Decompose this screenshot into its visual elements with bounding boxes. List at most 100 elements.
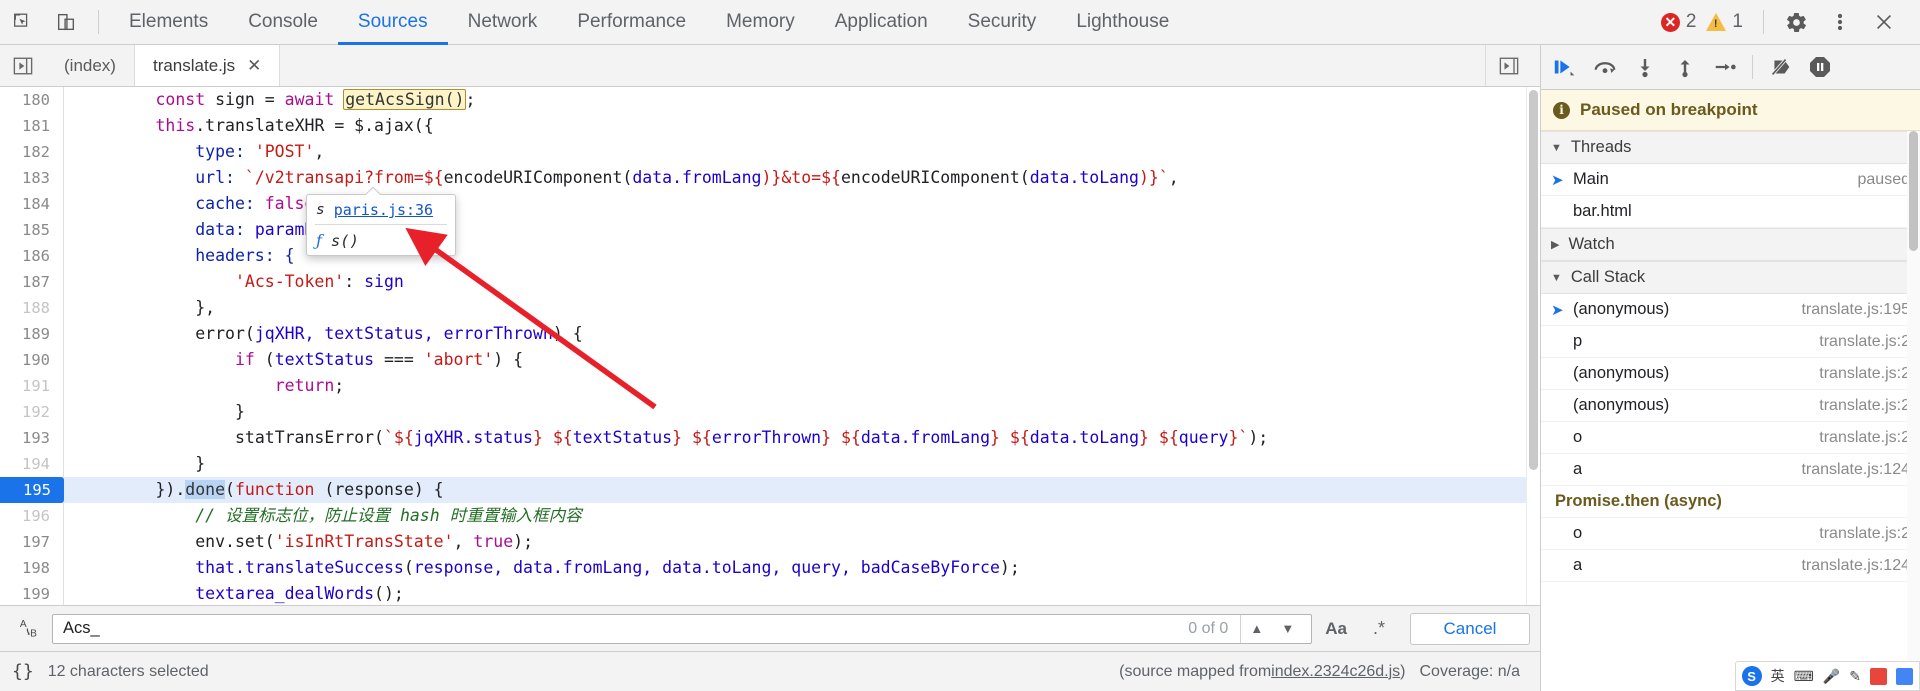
- code-line[interactable]: 199 textarea_dealWords();: [0, 581, 1540, 605]
- call-stack-row[interactable]: a translate.js:124: [1541, 550, 1920, 582]
- line-number[interactable]: 187: [0, 269, 64, 295]
- code-line[interactable]: 196 // 设置标志位，防止设置 hash 时重置输入框内容: [0, 503, 1540, 529]
- popover-source-link[interactable]: paris.js:36: [334, 201, 433, 219]
- call-stack-async-label[interactable]: Promise.then (async): [1541, 486, 1920, 518]
- code-line[interactable]: 188 },: [0, 295, 1540, 321]
- error-count-badge[interactable]: ✕ 2: [1660, 11, 1696, 33]
- code-line[interactable]: 181 this.translateXHR = $.ajax({: [0, 113, 1540, 139]
- call-stack-row[interactable]: (anonymous) translate.js:2: [1541, 358, 1920, 390]
- inspect-cursor-icon[interactable]: [0, 0, 44, 45]
- cancel-button[interactable]: Cancel: [1410, 612, 1530, 645]
- sogou-logo-icon[interactable]: S: [1741, 666, 1762, 686]
- line-number[interactable]: 196: [0, 503, 64, 529]
- line-number[interactable]: 181: [0, 113, 64, 139]
- tab-sources[interactable]: Sources: [338, 0, 448, 45]
- call-stack-row[interactable]: o translate.js:2: [1541, 422, 1920, 454]
- step-over-icon[interactable]: [1585, 45, 1625, 90]
- scrollbar-thumb[interactable]: [1909, 131, 1918, 251]
- line-number[interactable]: 194: [0, 451, 64, 477]
- code-line[interactable]: 192 }: [0, 399, 1540, 425]
- code-line[interactable]: 185 data: paramData,: [0, 217, 1540, 243]
- gear-icon[interactable]: [1774, 0, 1818, 45]
- tab-network[interactable]: Network: [448, 0, 558, 45]
- resume-script-icon[interactable]: [1545, 45, 1585, 90]
- scrollbar-thumb[interactable]: [1529, 90, 1538, 470]
- code-line[interactable]: 195 }).done(function (response) {: [0, 477, 1540, 503]
- step-into-icon[interactable]: [1625, 45, 1665, 90]
- code-line[interactable]: 189 error(jqXHR, textStatus, errorThrown…: [0, 321, 1540, 347]
- line-number[interactable]: 191: [0, 373, 64, 399]
- chevron-up-icon[interactable]: ▲: [1241, 621, 1272, 636]
- search-field-wrapper[interactable]: 0 of 0 ▲ ▼: [52, 613, 1313, 644]
- warning-count-badge[interactable]: 1: [1706, 11, 1743, 33]
- call-stack-row[interactable]: a translate.js:124: [1541, 454, 1920, 486]
- line-number[interactable]: 193: [0, 425, 64, 451]
- pen-icon[interactable]: ✎: [1849, 668, 1861, 685]
- mic-icon[interactable]: 🎤: [1823, 668, 1840, 685]
- code-line[interactable]: 182 type: 'POST',: [0, 139, 1540, 165]
- code-line[interactable]: 198 that.translateSuccess(response, data…: [0, 555, 1540, 581]
- line-number[interactable]: 184: [0, 191, 64, 217]
- chevron-down-icon[interactable]: ▼: [1272, 621, 1303, 636]
- line-number[interactable]: 190: [0, 347, 64, 373]
- code-line[interactable]: 197 env.set('isInRtTransState', true);: [0, 529, 1540, 555]
- editor-vertical-scrollbar[interactable]: [1526, 87, 1540, 605]
- line-number[interactable]: 189: [0, 321, 64, 347]
- line-number[interactable]: 182: [0, 139, 64, 165]
- show-navigator-icon[interactable]: [0, 45, 46, 86]
- code-line[interactable]: 191 return;: [0, 373, 1540, 399]
- tab-lighthouse[interactable]: Lighthouse: [1056, 0, 1189, 45]
- debugger-vertical-scrollbar[interactable]: [1907, 131, 1920, 691]
- code-line[interactable]: 190 if (textStatus === 'abort') {: [0, 347, 1540, 373]
- deactivate-breakpoints-icon[interactable]: [1760, 45, 1800, 90]
- line-number[interactable]: 195: [0, 477, 64, 503]
- code-line[interactable]: 183 url: `/v2transapi?from=${encodeURICo…: [0, 165, 1540, 191]
- tab-console[interactable]: Console: [228, 0, 338, 45]
- editor-tab-index[interactable]: (index): [46, 45, 135, 86]
- step-icon[interactable]: [1705, 45, 1745, 90]
- call-stack-section-header[interactable]: ▼ Call Stack: [1541, 261, 1920, 294]
- tab-performance[interactable]: Performance: [557, 0, 706, 45]
- call-stack-row[interactable]: ➤ (anonymous) translate.js:195: [1541, 294, 1920, 326]
- thread-row-bar-html[interactable]: bar.html: [1541, 196, 1920, 228]
- line-number[interactable]: 186: [0, 243, 64, 269]
- code-line[interactable]: 193 statTransError(`${jqXHR.status} ${te…: [0, 425, 1540, 451]
- device-toolbar-icon[interactable]: [44, 0, 88, 45]
- source-map-link[interactable]: index.2324c26d.js: [1271, 663, 1400, 681]
- line-number[interactable]: 192: [0, 399, 64, 425]
- call-stack-row[interactable]: p translate.js:2: [1541, 326, 1920, 358]
- editor-tab-translate-js[interactable]: translate.js ✕: [134, 45, 281, 86]
- code-editor[interactable]: 180 const sign = await getAcsSign(); 181 …: [0, 87, 1540, 605]
- pause-on-exceptions-icon[interactable]: [1800, 45, 1840, 90]
- code-line[interactable]: 186 headers: {: [0, 243, 1540, 269]
- regex-toggle[interactable]: .*: [1360, 618, 1398, 639]
- search-replace-icon[interactable]: AB: [10, 617, 52, 641]
- close-icon[interactable]: ✕: [247, 56, 261, 76]
- threads-section-header[interactable]: ▼ Threads: [1541, 131, 1920, 164]
- watch-section-header[interactable]: ▶ Watch: [1541, 228, 1920, 261]
- step-out-icon[interactable]: [1665, 45, 1705, 90]
- line-number[interactable]: 185: [0, 217, 64, 243]
- call-stack-row[interactable]: (anonymous) translate.js:2: [1541, 390, 1920, 422]
- pretty-print-icon[interactable]: {}: [12, 661, 34, 682]
- line-number[interactable]: 180: [0, 87, 64, 113]
- tab-memory[interactable]: Memory: [706, 0, 815, 45]
- line-number[interactable]: 197: [0, 529, 64, 555]
- code-line[interactable]: 194 }: [0, 451, 1540, 477]
- line-number[interactable]: 183: [0, 165, 64, 191]
- line-number[interactable]: 188: [0, 295, 64, 321]
- show-debugger-icon[interactable]: [1486, 56, 1532, 76]
- tab-application[interactable]: Application: [815, 0, 948, 45]
- code-line[interactable]: 180 const sign = await getAcsSign();: [0, 87, 1540, 113]
- match-case-toggle[interactable]: Aa: [1312, 619, 1360, 639]
- ime-color-square-red-icon[interactable]: [1870, 667, 1887, 685]
- search-input[interactable]: [61, 618, 1177, 639]
- code-line[interactable]: 184 cache: false,: [0, 191, 1540, 217]
- thread-row-main[interactable]: ➤ Main paused: [1541, 164, 1920, 196]
- line-number[interactable]: 198: [0, 555, 64, 581]
- kebab-menu-icon[interactable]: [1818, 0, 1862, 45]
- ime-language-label[interactable]: 英: [1771, 666, 1785, 686]
- tab-security[interactable]: Security: [948, 0, 1057, 45]
- ime-color-square-blue-icon[interactable]: [1896, 667, 1913, 685]
- keyboard-icon[interactable]: ⌨: [1794, 668, 1814, 685]
